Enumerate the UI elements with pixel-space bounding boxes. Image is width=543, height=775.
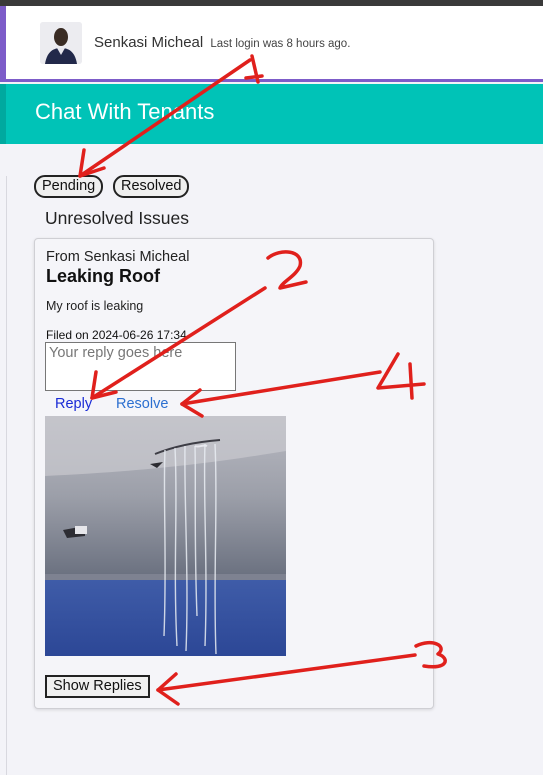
issue-photo[interactable] [45, 416, 286, 656]
page-banner: Chat With Tenants [0, 84, 543, 144]
show-replies-button[interactable]: Show Replies [45, 675, 150, 698]
issue-sender: From Senkasi Micheal [46, 249, 190, 265]
user-info: Senkasi Micheal Last login was 8 hours a… [94, 34, 350, 51]
page-title: Chat With Tenants [35, 99, 215, 124]
issue-body: My roof is leaking [46, 299, 144, 313]
last-login-text: Last login was 8 hours ago. [210, 38, 351, 50]
user-name: Senkasi Micheal [94, 34, 204, 51]
issue-card: From Senkasi Micheal Leaking Roof My roo… [34, 238, 434, 709]
issue-title: Leaking Roof [46, 266, 161, 286]
section-title: Unresolved Issues [45, 208, 189, 228]
tab-resolved[interactable]: Resolved [113, 175, 190, 198]
reply-input[interactable] [45, 342, 236, 391]
left-divider [0, 176, 7, 775]
avatar[interactable] [40, 22, 82, 64]
reply-button[interactable]: Reply [55, 396, 92, 412]
issue-filed-date: Filed on 2024-06-26 17:34 [46, 328, 187, 342]
tab-pending[interactable]: Pending [34, 175, 104, 198]
header-bar: Senkasi Micheal Last login was 8 hours a… [0, 6, 543, 82]
resolve-button[interactable]: Resolve [116, 396, 168, 412]
arrow-1-head [78, 148, 106, 178]
